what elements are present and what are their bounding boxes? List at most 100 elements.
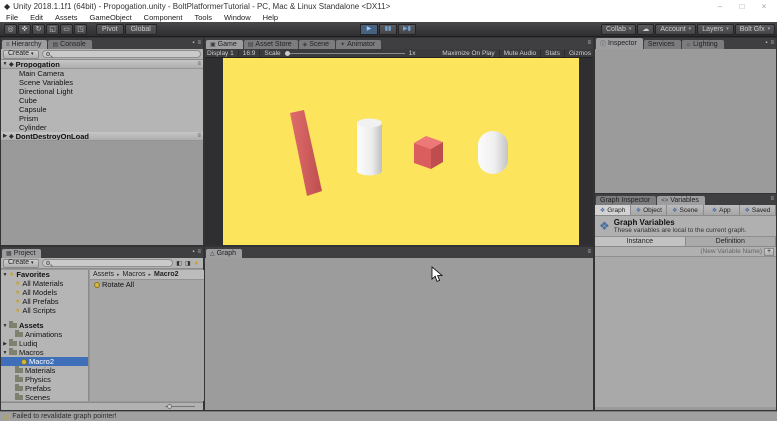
layout-dropdown[interactable]: Bolt Gfx ▾ (735, 24, 775, 35)
hierarchy-item-directional-light[interactable]: Directional Light (1, 87, 203, 96)
expand-open-icon[interactable]: ▼ (1, 61, 9, 67)
icon-size-slider[interactable] (165, 406, 195, 407)
expand-open-icon[interactable]: ▼ (1, 272, 9, 278)
variables-kind-app[interactable]: ❖ App (704, 205, 740, 215)
folder-animations[interactable]: Animations (1, 330, 88, 339)
search-favorites-icon[interactable]: ★ (194, 260, 199, 267)
hierarchy-item-prism[interactable]: Prism (1, 114, 203, 123)
scale-slider[interactable] (285, 53, 405, 54)
maximize-on-play-toggle[interactable]: Maximize On Play (442, 50, 494, 57)
project-item-rotate-all[interactable]: Rotate All (90, 280, 204, 289)
display-dropdown[interactable]: Display 1 (207, 50, 234, 57)
mute-audio-toggle[interactable]: Mute Audio (504, 50, 537, 57)
breadcrumb-macro2[interactable]: Macro2 (154, 271, 179, 278)
global-toggle-button[interactable]: Global (125, 24, 157, 35)
pause-button[interactable]: ▮▮ (379, 24, 397, 35)
menu-assets[interactable]: Assets (49, 13, 84, 22)
pivot-toggle-button[interactable]: Pivot (96, 24, 124, 35)
move-tool-icon[interactable]: ✜ (18, 24, 31, 35)
hierarchy-item-capsule[interactable]: Capsule (1, 105, 203, 114)
menu-gameobject[interactable]: GameObject (84, 13, 138, 22)
hierarchy-scene-row[interactable]: ▼ ◆ Propogation ≡ (1, 60, 203, 69)
panel-pin-icon[interactable]: ▪ (765, 40, 767, 46)
account-dropdown[interactable]: Account ▾ (655, 24, 696, 35)
folder-macros[interactable]: ▼Macros (1, 348, 88, 357)
variables-kind-object[interactable]: ❖ Object (631, 205, 667, 215)
menu-component[interactable]: Component (138, 13, 189, 22)
project-create-button[interactable]: Create ▾ (3, 259, 39, 268)
add-variable-button[interactable]: + (764, 248, 774, 256)
slider-knob[interactable] (167, 404, 172, 409)
tab-hierarchy[interactable]: ≡ Hierarchy (2, 40, 47, 49)
folder-physics[interactable]: Physics (1, 375, 88, 384)
favorite-all-models[interactable]: ★All Models (1, 288, 88, 297)
tab-inspector[interactable]: ⓘ Inspector (596, 38, 643, 49)
folder-scenes[interactable]: Scenes (1, 393, 88, 402)
stats-toggle[interactable]: Stats (545, 50, 560, 57)
favorite-all-prefabs[interactable]: ★All Prefabs (1, 297, 88, 306)
hierarchy-create-button[interactable]: Create ▾ (3, 50, 39, 59)
tab-game[interactable]: ▣ Game (206, 40, 243, 49)
panel-menu-icon[interactable]: ≡ (197, 249, 201, 255)
collab-dropdown[interactable]: Collab ▾ (601, 24, 636, 35)
breadcrumb-assets[interactable]: Assets (93, 271, 114, 278)
menu-help[interactable]: Help (257, 13, 284, 22)
expand-open-icon[interactable]: ▼ (1, 323, 9, 329)
scene-menu-icon[interactable]: ≡ (197, 133, 201, 139)
layers-dropdown[interactable]: Layers ▾ (697, 24, 734, 35)
play-button[interactable]: ▶ (360, 24, 378, 35)
menu-edit[interactable]: Edit (24, 13, 49, 22)
hierarchy-item-cylinder[interactable]: Cylinder (1, 123, 203, 132)
rotate-tool-icon[interactable]: ↻ (32, 24, 45, 35)
step-button[interactable]: ▶▮ (398, 24, 416, 35)
transform-tool-icon[interactable]: ◳ (74, 24, 87, 35)
tab-lighting[interactable]: ☼ Lighting (682, 40, 724, 49)
favorite-all-materials[interactable]: ★All Materials (1, 279, 88, 288)
breadcrumb-macros[interactable]: Macros (123, 271, 146, 278)
maximize-button[interactable]: □ (731, 2, 753, 11)
menu-tools[interactable]: Tools (188, 13, 218, 22)
status-bar[interactable]: ⚠ Failed to revalidate graph pointer! (0, 411, 777, 421)
tab-definition[interactable]: Definition (686, 237, 777, 246)
gizmos-dropdown[interactable]: Gizmos (569, 50, 591, 57)
tab-graph[interactable]: △ Graph (206, 249, 242, 258)
cloud-button[interactable]: ☁ (637, 24, 654, 35)
menu-file[interactable]: File (0, 13, 24, 22)
panel-menu-icon[interactable]: ≡ (587, 249, 591, 255)
folder-ludiq[interactable]: ▶Ludiq (1, 339, 88, 348)
project-search-input[interactable] (42, 259, 174, 267)
tab-instance[interactable]: Instance (595, 237, 686, 246)
new-variable-input[interactable]: (New Variable Name) (700, 248, 762, 255)
search-by-label-icon[interactable]: ◨ (185, 260, 191, 267)
panel-menu-icon[interactable]: ≡ (587, 40, 591, 46)
assets-root[interactable]: ▼ Assets (1, 321, 88, 330)
tab-scene[interactable]: ◈ Scene (299, 40, 335, 49)
scene-menu-icon[interactable]: ≡ (197, 61, 201, 67)
tab-console[interactable]: ▤ Console (48, 40, 91, 49)
variables-kind-graph[interactable]: ❖ Graph (595, 205, 631, 215)
hierarchy-item-main-camera[interactable]: Main Camera (1, 69, 203, 78)
aspect-ratio-dropdown[interactable]: 16:9 (243, 50, 256, 57)
favorite-all-scripts[interactable]: ★All Scripts (1, 306, 88, 315)
hand-tool-icon[interactable]: ◎ (4, 24, 17, 35)
search-by-type-icon[interactable]: ◧ (176, 260, 182, 267)
panel-pin-icon[interactable]: ▪ (192, 40, 194, 46)
tab-asset-store[interactable]: ▤ Asset Store (244, 40, 298, 49)
minimize-button[interactable]: – (709, 2, 731, 11)
expand-closed-icon[interactable]: ▶ (1, 133, 9, 139)
panel-pin-icon[interactable]: ▪ (192, 249, 194, 255)
close-button[interactable]: × (753, 2, 775, 11)
game-viewport[interactable] (205, 58, 593, 245)
expand-open-icon[interactable]: ▼ (1, 350, 9, 356)
variables-kind-scene[interactable]: ❖ Scene (667, 205, 703, 215)
hierarchy-dontdestroy-row[interactable]: ▶ ◆ DontDestroyOnLoad ≡ (1, 132, 203, 141)
favorites-header[interactable]: ▼ ★ Favorites (1, 270, 88, 279)
panel-menu-icon[interactable]: ≡ (770, 40, 774, 46)
graph-canvas[interactable] (205, 258, 593, 410)
hierarchy-search-input[interactable] (42, 50, 201, 58)
hierarchy-item-scene-variables[interactable]: Scene Variables (1, 78, 203, 87)
expand-closed-icon[interactable]: ▶ (1, 341, 9, 347)
hierarchy-item-cube[interactable]: Cube (1, 96, 203, 105)
asset-macro2-selected[interactable]: Macro2 (1, 357, 88, 366)
variables-kind-saved[interactable]: ❖ Saved (740, 205, 776, 215)
